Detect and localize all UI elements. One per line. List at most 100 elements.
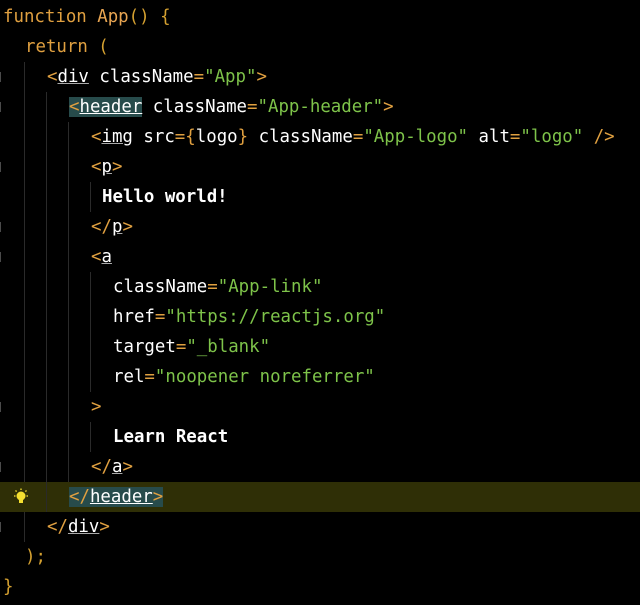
line-content: target="_blank" xyxy=(113,332,270,362)
line-content: Learn React xyxy=(113,422,228,452)
code-line[interactable]: target="_blank" xyxy=(0,332,640,362)
code-token: src xyxy=(132,127,175,147)
line-content: <img src={logo} className="App-logo" alt… xyxy=(91,122,615,152)
code-token: > xyxy=(122,457,133,477)
code-token: { xyxy=(185,127,196,147)
indent-guide xyxy=(24,122,25,152)
lightbulb-icon[interactable] xyxy=(12,488,30,506)
code-token: = xyxy=(352,127,364,147)
fold-marker[interactable] xyxy=(0,222,4,232)
code-token: rel xyxy=(113,367,145,387)
indent-guide xyxy=(90,422,91,452)
code-token: className xyxy=(248,127,353,147)
code-token: < xyxy=(91,127,102,147)
code-line[interactable]: className="App-link" xyxy=(0,272,640,302)
code-line[interactable]: <a xyxy=(0,242,640,272)
code-token: "App-header" xyxy=(257,97,384,117)
fold-marker[interactable] xyxy=(0,522,4,532)
code-token: = xyxy=(247,97,258,117)
line-content: <a xyxy=(91,242,112,272)
indent-guide xyxy=(68,182,69,212)
code-line[interactable]: return ( xyxy=(0,32,640,62)
code-token: </ xyxy=(47,517,68,537)
code-line[interactable]: <p> xyxy=(0,152,640,182)
code-line[interactable]: Hello world! xyxy=(0,182,640,212)
code-token: > xyxy=(111,157,123,177)
code-token: > xyxy=(383,97,394,117)
indent-guide xyxy=(90,362,91,392)
code-token: img xyxy=(101,127,133,147)
indent-guide xyxy=(90,302,91,332)
code-line[interactable]: href="https://reactjs.org" xyxy=(0,302,640,332)
code-token: p xyxy=(111,217,123,237)
code-token: < xyxy=(91,247,102,267)
code-token: div xyxy=(57,67,89,87)
line-content: <div className="App"> xyxy=(47,62,267,92)
line-content: ); xyxy=(25,542,46,572)
code-token: > xyxy=(99,517,110,537)
code-token: > xyxy=(256,67,267,87)
fold-marker[interactable] xyxy=(0,162,4,172)
indent-guide xyxy=(90,272,91,302)
line-content: </a> xyxy=(91,452,133,482)
indent-guide xyxy=(68,242,69,272)
line-content: <header className="App-header"> xyxy=(69,92,394,122)
code-line[interactable]: rel="noopener noreferrer" xyxy=(0,362,640,392)
line-content: function App() { xyxy=(3,2,171,32)
code-line[interactable]: <header className="App-header"> xyxy=(0,92,640,122)
indent-guide xyxy=(46,332,47,362)
current-line[interactable]: </header> xyxy=(0,482,640,512)
code-token: Learn React xyxy=(113,427,229,447)
code-token: ); xyxy=(25,547,46,567)
fold-marker[interactable] xyxy=(0,252,4,262)
indent-guide xyxy=(24,332,25,362)
code-token: App xyxy=(86,7,129,27)
fold-marker[interactable] xyxy=(0,72,4,82)
code-line[interactable]: </a> xyxy=(0,452,640,482)
code-line[interactable]: <div className="App"> xyxy=(0,62,640,92)
indent-guide xyxy=(24,152,25,182)
code-token: = xyxy=(174,127,186,147)
code-token: = xyxy=(144,367,155,387)
line-content: href="https://reactjs.org" xyxy=(113,302,385,332)
code-token: = xyxy=(175,337,187,357)
code-editor[interactable]: function App() { return ( <div className… xyxy=(0,0,640,605)
code-token: className xyxy=(88,67,194,87)
line-content: rel="noopener noreferrer" xyxy=(113,362,375,392)
code-token: = xyxy=(193,67,205,87)
indent-guide xyxy=(24,62,25,92)
code-line[interactable]: <img src={logo} className="App-logo" alt… xyxy=(0,122,640,152)
code-line[interactable]: </p> xyxy=(0,212,640,242)
code-token: > xyxy=(122,217,133,237)
code-line[interactable]: Learn React xyxy=(0,422,640,452)
line-content: </p> xyxy=(91,212,133,242)
code-line[interactable]: </div> xyxy=(0,512,640,542)
code-token: "_blank" xyxy=(186,337,271,357)
indent-guide xyxy=(46,302,47,332)
code-token: = xyxy=(154,307,166,327)
code-token: alt xyxy=(468,127,510,147)
code-token: () { xyxy=(128,7,171,27)
code-line[interactable]: } xyxy=(0,572,640,602)
code-token: > xyxy=(152,487,164,507)
code-line[interactable]: function App() { xyxy=(0,2,640,32)
fold-marker[interactable] xyxy=(0,102,4,112)
code-token: < xyxy=(91,157,102,177)
code-token: logo xyxy=(195,127,238,147)
code-token: div xyxy=(67,517,100,537)
line-content: > xyxy=(91,392,101,422)
fold-marker[interactable] xyxy=(0,462,4,472)
indent-guide xyxy=(24,242,25,272)
code-token: p xyxy=(101,157,112,177)
indent-guide xyxy=(46,362,47,392)
fold-marker[interactable] xyxy=(0,402,4,412)
code-line[interactable]: > xyxy=(0,392,640,422)
code-token: a xyxy=(101,247,112,267)
code-token: < xyxy=(69,97,80,117)
code-line[interactable]: ); xyxy=(0,542,640,572)
indent-guide xyxy=(24,422,25,452)
code-token: > xyxy=(91,397,102,417)
indent-guide xyxy=(24,92,25,122)
indent-guide xyxy=(68,152,69,182)
indent-guide xyxy=(46,422,47,452)
